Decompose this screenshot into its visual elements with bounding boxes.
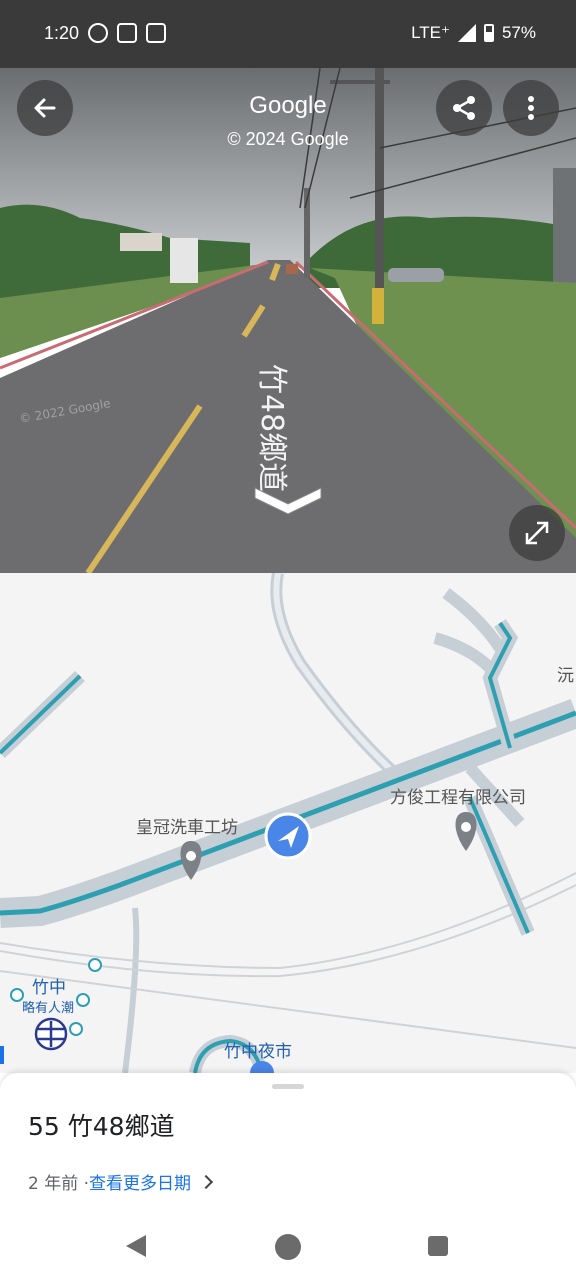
status-bar: 1:20 LTE⁺ 57% [0,0,576,68]
battery-level: 57% [501,23,536,42]
date-info: 2 年前 · 查看更多日期 [28,1169,214,1194]
share-icon [453,96,475,120]
notification-icons [88,23,166,43]
nav-recents-icon[interactable] [428,1236,448,1256]
status-right: LTE⁺ 57% [411,23,536,43]
road-marking-text: 竹48鄉道 [254,364,289,492]
network-type: LTE⁺ [411,23,450,42]
drag-handle[interactable] [272,1084,304,1089]
place-label-edge: 沅 [557,666,574,686]
nav-home-icon[interactable] [275,1234,301,1260]
battery-icon [483,24,494,42]
place-label-company[interactable]: 方俊工程有限公司 [390,783,526,808]
address-title: 55 竹48鄉道 [28,1112,175,1141]
nav-back-icon[interactable] [126,1235,146,1257]
street-view-copyright: © 2024 Google [227,129,349,149]
signal-icon [457,24,476,42]
map-canvas [0,573,576,1073]
share-button[interactable] [436,80,492,136]
train-station-icon[interactable] [34,1017,68,1051]
place-marker-icon[interactable] [455,812,477,851]
time-ago: 2 年前 · [28,1174,90,1194]
assistant-icon [117,23,137,43]
more-vert-icon [528,96,534,120]
current-location-icon[interactable] [264,812,312,860]
status-time: 1:20 [44,23,80,43]
station-label[interactable]: 竹中 [32,973,66,998]
more-dates-link[interactable]: 查看更多日期 [89,1169,191,1194]
map-view[interactable]: 皇冠洗車工坊 方俊工程有限公司 沅 竹中 略有人潮 竹中夜市 [0,573,576,1073]
expand-icon [525,521,549,545]
system-nav-bar [0,1213,576,1280]
night-market-label[interactable]: 竹中夜市 [224,1037,292,1062]
place-label-car-wash[interactable]: 皇冠洗車工坊 [136,813,238,838]
more-options-button[interactable] [503,80,559,136]
crowd-label: 略有人潮 [22,1001,75,1016]
expand-button[interactable] [509,505,565,561]
check-circle-icon [88,23,108,43]
bottom-sheet[interactable]: 55 竹48鄉道 2 年前 · 查看更多日期 [0,1073,576,1213]
chevron-right-icon[interactable] [198,1174,214,1189]
street-view-panorama[interactable]: 竹48鄉道 © 2022 Google Google © 2024 Google [0,68,576,573]
stack-icon [146,23,166,43]
